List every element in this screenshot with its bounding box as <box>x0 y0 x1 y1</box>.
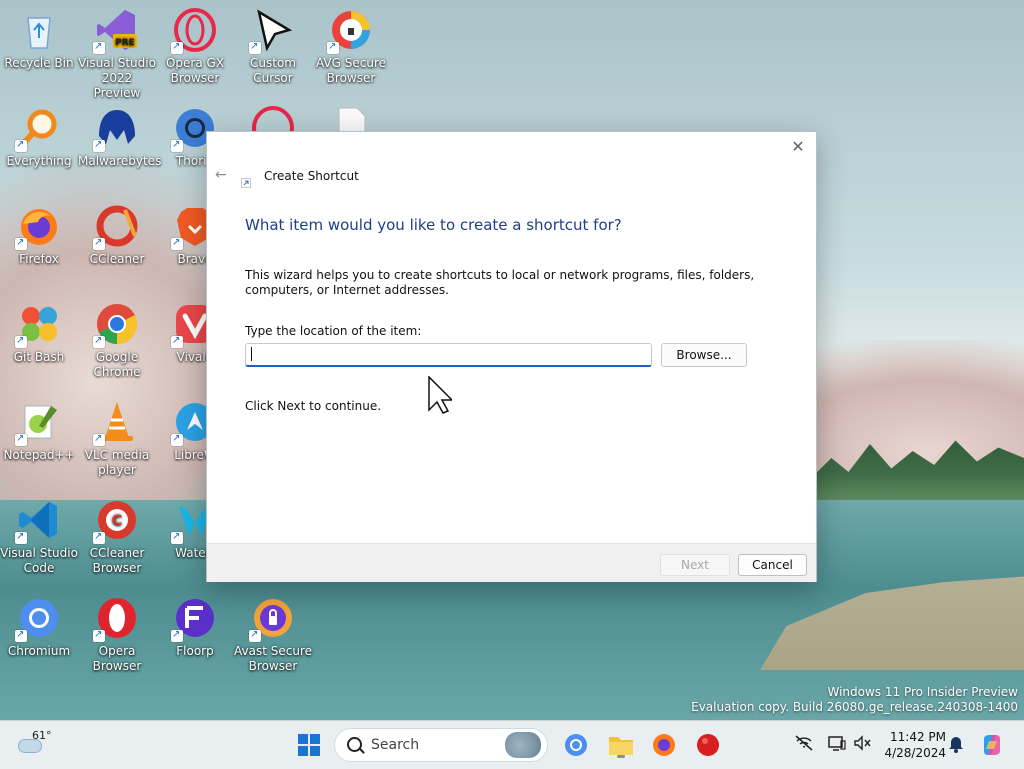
network-icon[interactable] <box>795 735 813 755</box>
taskbar-file-explorer[interactable] <box>605 729 637 761</box>
git-bash-icon <box>15 302 61 348</box>
firefox-icon <box>15 204 61 250</box>
cursor-arrow-icon <box>249 8 295 54</box>
vscode-icon <box>15 498 61 544</box>
windows-logo-icon <box>298 734 320 756</box>
dialog-footer: Next Cancel <box>207 543 816 582</box>
ccleaner-icon <box>93 204 139 250</box>
taskbar-chromium[interactable] <box>560 729 592 761</box>
vlc-cone-icon <box>93 400 139 446</box>
desktop-icon-avg-secure-browser[interactable]: AVG Secure Browser <box>312 8 390 86</box>
svg-text:C: C <box>112 513 122 529</box>
text-caret <box>251 347 252 361</box>
active-indicator <box>617 755 625 758</box>
recycle-bin-icon <box>17 8 61 52</box>
search-highlight-icon <box>505 732 541 758</box>
clock[interactable]: 11:42 PM 4/28/2024 <box>884 729 946 761</box>
volume-muted-icon[interactable] <box>854 735 872 755</box>
visual-studio-icon: PRE <box>93 8 139 54</box>
opera-gx-icon <box>171 8 217 54</box>
ccleaner-browser-icon: C <box>93 498 139 544</box>
desktop-icon-firefox[interactable]: Firefox <box>0 204 78 267</box>
desktop-icon-ccleaner[interactable]: CCleaner <box>78 204 156 267</box>
mouse-cursor-icon <box>428 375 454 414</box>
dialog-description: This wizard helps you to create shortcut… <box>245 268 755 297</box>
dialog-heading: What item would you like to create a sho… <box>245 216 622 234</box>
display-icon[interactable] <box>828 735 846 755</box>
avast-browser-icon <box>249 596 295 642</box>
search-icon <box>347 737 362 752</box>
copilot-button[interactable] <box>976 729 1008 761</box>
desktop-icon-ccleaner-browser[interactable]: C CCleaner Browser <box>78 498 156 576</box>
chrome-icon <box>93 302 139 348</box>
dialog-title: Create Shortcut <box>264 169 359 183</box>
taskbar-firefox[interactable] <box>648 729 680 761</box>
everything-search-icon <box>15 106 61 152</box>
avg-browser-icon <box>327 8 373 54</box>
continue-instruction: Click Next to continue. <box>245 399 382 413</box>
copilot-icon <box>984 735 1000 755</box>
folder-icon <box>609 737 633 755</box>
desktop-icon-notepad-plus[interactable]: Notepad++ <box>0 400 78 463</box>
taskbar: 61° Search 11:42 PM 4/28/2024 <box>0 720 1024 769</box>
start-button[interactable] <box>293 729 325 761</box>
chromium-icon <box>15 596 61 642</box>
taskbar-record-app[interactable] <box>692 729 724 761</box>
desktop-icon-vscode[interactable]: Visual Studio Code <box>0 498 78 576</box>
browse-button[interactable]: Browse... <box>661 343 747 367</box>
desktop-icon-opera-gx[interactable]: Opera GX Browser <box>156 8 234 86</box>
desktop-icon-floorp[interactable]: Floorp <box>156 596 234 659</box>
desktop-icon-everything[interactable]: Everything <box>0 106 78 169</box>
desktop-icon-opera-browser[interactable]: Opera Browser <box>78 596 156 674</box>
weather-widget[interactable]: 61° <box>16 729 66 761</box>
desktop-icon-malwarebytes[interactable]: Malwarebytes <box>78 106 161 169</box>
location-label: Type the location of the item: <box>245 324 422 338</box>
firefox-icon <box>653 734 675 756</box>
svg-text:PRE: PRE <box>115 38 135 48</box>
notepad-plus-icon <box>15 400 61 446</box>
search-box[interactable]: Search <box>334 728 548 762</box>
desktop-icon-visual-studio-2022[interactable]: PRE Visual Studio 2022 Preview <box>78 8 156 101</box>
close-button[interactable]: ✕ <box>788 137 808 157</box>
desktop-icon-chromium[interactable]: Chromium <box>0 596 78 659</box>
record-icon <box>697 734 719 756</box>
desktop-icon-vlc[interactable]: VLC media player <box>78 400 156 478</box>
next-button[interactable]: Next <box>660 554 730 576</box>
desktop-icon-git-bash[interactable]: Git Bash <box>0 302 78 365</box>
malwarebytes-icon <box>93 106 139 152</box>
windows-watermark: Windows 11 Pro Insider Preview Evaluatio… <box>691 685 1018 714</box>
notification-bell-icon[interactable] <box>948 735 964 757</box>
back-arrow-icon[interactable]: ← <box>215 167 227 183</box>
shortcut-icon <box>241 173 251 188</box>
desktop-icon-recycle-bin[interactable]: Recycle Bin <box>0 8 78 71</box>
floorp-icon <box>171 596 217 642</box>
desktop-icon-google-chrome[interactable]: Google Chrome <box>78 302 156 380</box>
desktop-icon-avast-secure-browser[interactable]: Avast Secure Browser <box>234 596 312 674</box>
create-shortcut-dialog: ✕ ← Create Shortcut What item would you … <box>206 131 817 582</box>
cancel-button[interactable]: Cancel <box>738 554 807 576</box>
desktop-icon-custom-cursor[interactable]: Custom Cursor <box>234 8 312 86</box>
opera-icon <box>93 596 139 642</box>
location-input[interactable] <box>245 343 652 367</box>
chromium-icon <box>565 734 587 756</box>
